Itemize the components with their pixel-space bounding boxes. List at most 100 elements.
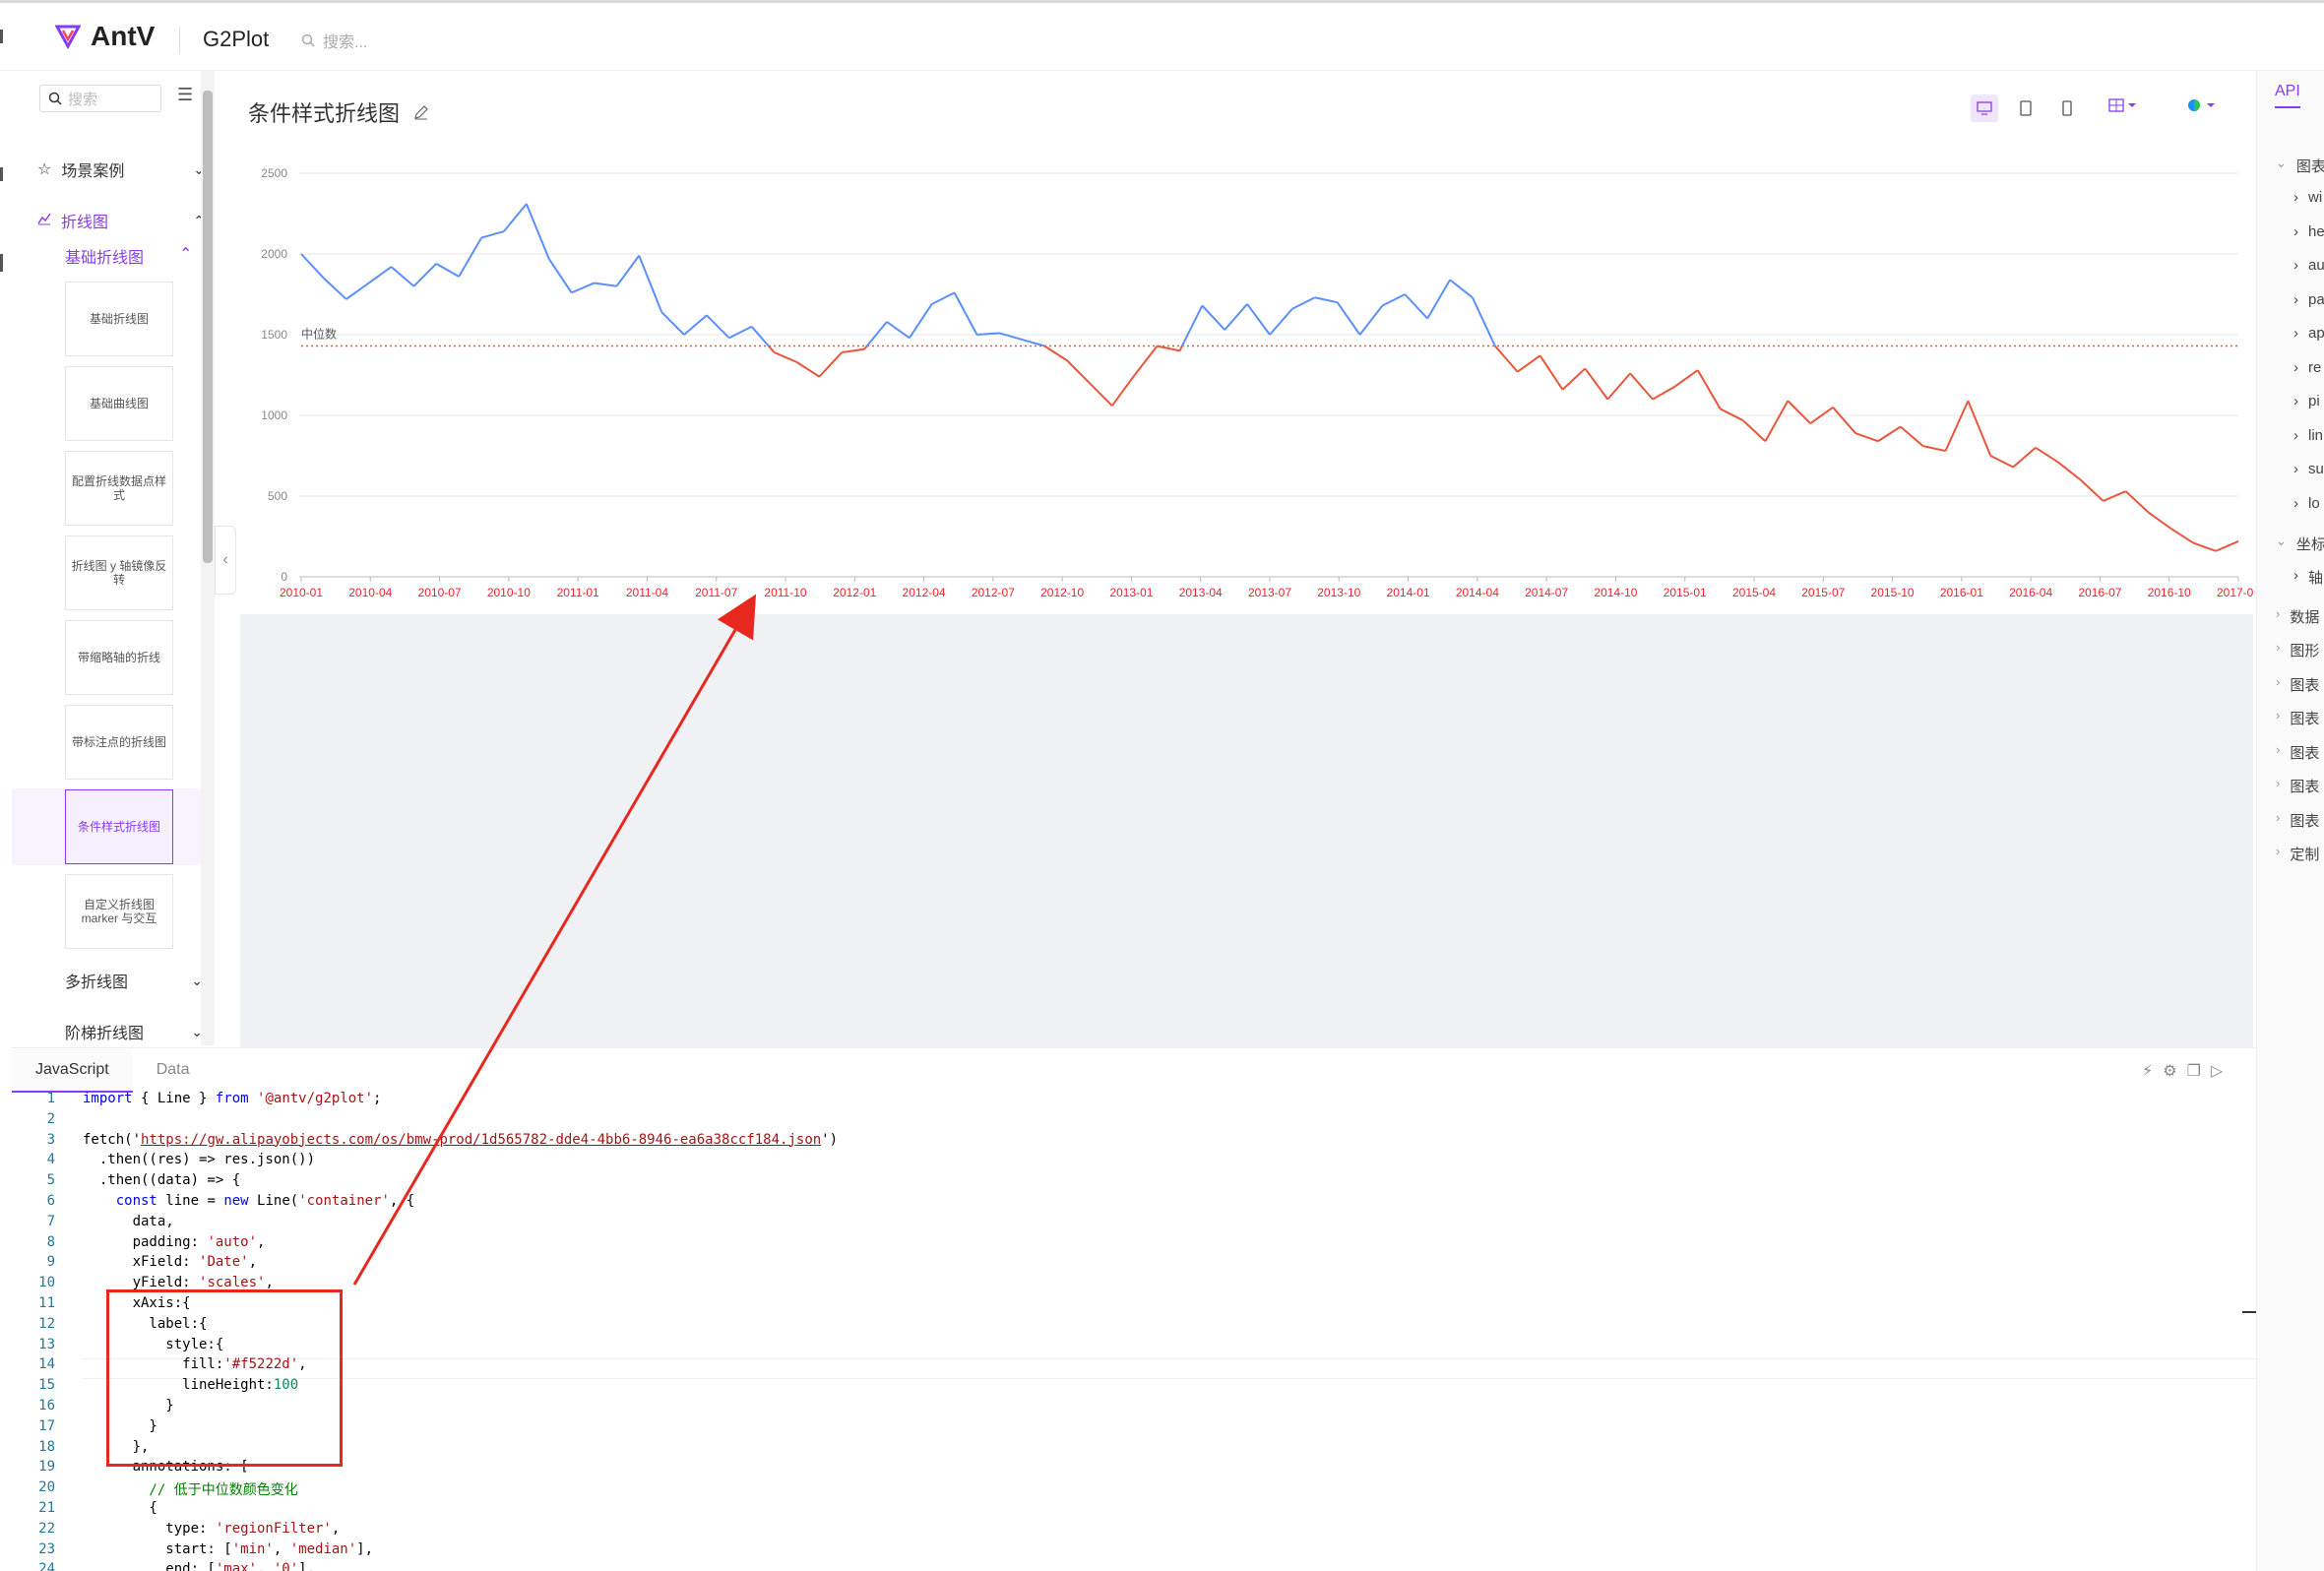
api-section-label: au xyxy=(2308,257,2324,274)
series-segment xyxy=(795,361,820,378)
api-section-item[interactable]: › 图表 xyxy=(2276,776,2319,796)
series-segment xyxy=(1877,425,1902,443)
series-segment xyxy=(1181,305,1204,346)
page-title: 条件样式折线图 xyxy=(248,96,429,128)
api-section-item[interactable]: › wi xyxy=(2293,189,2322,206)
example-label: 折线图 y 轴镜像反转 xyxy=(71,558,167,587)
example-thumb[interactable]: 自定义折线图 marker 与交互 xyxy=(65,874,173,949)
api-section-item[interactable]: › 图表 xyxy=(2276,674,2319,695)
y-tick-label: 2500 xyxy=(261,166,287,180)
series-segment xyxy=(1606,372,1631,401)
median-label: 中位数 xyxy=(301,326,337,341)
line-chart[interactable]: 0 500 1000 1500 2000 2500 2010-01 2010-04 2010-0… xyxy=(240,148,2260,610)
menu-item-scenes[interactable]: ☆ 场景案例 ⌄ xyxy=(37,152,205,187)
series-segment xyxy=(1178,346,1183,351)
series-segment xyxy=(1584,367,1609,401)
api-section-item[interactable]: › 图表 xyxy=(2276,742,2319,763)
x-tick-label: 2011-04 xyxy=(626,586,668,599)
api-section-item[interactable]: › lo xyxy=(2293,495,2320,512)
example-thumb-active[interactable]: 条件样式折线图 xyxy=(65,789,173,864)
series-segment xyxy=(1539,354,1564,391)
series-segment xyxy=(345,282,370,300)
api-section-item[interactable]: ⌄ 坐标 xyxy=(2276,534,2324,554)
edit-icon[interactable] xyxy=(413,104,429,120)
series-segment xyxy=(2215,540,2239,552)
sidebar-scrollbar-thumb[interactable] xyxy=(203,91,213,563)
api-section-item[interactable]: › he xyxy=(2293,223,2324,240)
sort-icon[interactable]: ☰ xyxy=(177,85,193,105)
api-section-label: su xyxy=(2308,461,2324,477)
example-label: 条件样式折线图 xyxy=(77,819,160,834)
theme-icon[interactable] xyxy=(2187,98,2217,117)
api-section-item[interactable]: › 数据 xyxy=(2276,606,2319,627)
antv-logo[interactable]: AntV xyxy=(55,21,155,52)
chevron-right-icon: › xyxy=(2293,291,2298,308)
settings-icon[interactable]: ⚙ xyxy=(2163,1061,2176,1081)
api-section-label: ap xyxy=(2308,325,2324,342)
sidebar-search-input[interactable]: 搜索 xyxy=(39,85,161,112)
tab-javascript[interactable]: JavaScript xyxy=(12,1049,133,1093)
layout-icon[interactable] xyxy=(2108,98,2138,117)
series-segment xyxy=(818,351,843,378)
x-tick-label: 2015-01 xyxy=(1664,586,1707,599)
series-segment xyxy=(660,311,685,336)
tab-api[interactable]: API xyxy=(2275,83,2300,108)
code-line: .then((data) => { xyxy=(83,1172,241,1189)
code-line: .then((res) => res.json()) xyxy=(83,1152,316,1168)
x-tick-label: 2010-10 xyxy=(487,586,531,599)
desktop-icon[interactable] xyxy=(1971,94,1998,122)
code-line: } xyxy=(83,1397,174,1414)
line-number: 3 xyxy=(46,1131,55,1148)
api-section-label: wi xyxy=(2308,189,2323,206)
example-thumb[interactable]: 带缩略轴的折线 xyxy=(65,620,173,695)
series-segment xyxy=(1989,455,2014,469)
lightning-icon[interactable]: ⚡ xyxy=(2142,1061,2153,1081)
line-number: 6 xyxy=(46,1192,55,1209)
tablet-icon[interactable] xyxy=(2012,94,2040,122)
code-content[interactable]: import { Line } from '@antv/g2plot'; fetc… xyxy=(83,1091,2229,1571)
example-label: 基础曲线图 xyxy=(89,396,149,410)
series-segment xyxy=(300,253,325,280)
chevron-up-icon[interactable]: ⌃ xyxy=(179,244,192,264)
chevron-right-icon: › xyxy=(2293,495,2298,512)
example-thumb[interactable]: 基础折线图 xyxy=(65,282,173,356)
series-segment xyxy=(866,321,888,347)
device-toolbar xyxy=(1971,94,2081,122)
api-section-item[interactable]: › pi xyxy=(2293,393,2320,409)
api-section-item[interactable]: › ap xyxy=(2293,325,2324,342)
product-name[interactable]: G2Plot xyxy=(203,27,269,52)
api-section-item[interactable]: › 轴 xyxy=(2293,567,2323,588)
example-thumb[interactable]: 带标注点的折线图 xyxy=(65,705,173,780)
menu-item-line[interactable]: 折线图 ⌃ xyxy=(37,203,205,238)
example-thumb[interactable]: 基础曲线图 xyxy=(65,366,173,441)
play-icon[interactable]: ▷ xyxy=(2211,1061,2223,1081)
api-section-item[interactable]: › 图表 xyxy=(2276,810,2319,831)
api-section-item[interactable]: › 定制 xyxy=(2276,844,2319,864)
menu-item-step-line[interactable]: 阶梯折线图 ⌄ xyxy=(65,1014,203,1049)
x-tick-label: 2011-07 xyxy=(695,586,737,599)
api-section-item[interactable]: › pa xyxy=(2293,291,2324,308)
global-search[interactable]: 搜索... xyxy=(301,29,367,52)
menu-item-multi-line[interactable]: 多折线图 ⌄ xyxy=(65,963,203,998)
api-section-item[interactable]: › au xyxy=(2293,257,2324,274)
example-thumb[interactable]: 折线图 y 轴镜像反转 xyxy=(65,535,173,610)
chevron-right-icon: › xyxy=(2276,810,2281,825)
example-thumb[interactable]: 配置折线数据点样式 xyxy=(65,451,173,526)
api-section-item[interactable]: ⌄ 图表 xyxy=(2276,156,2324,176)
collapse-sidebar-button[interactable]: ‹ xyxy=(215,526,236,595)
page-title-text: 条件样式折线图 xyxy=(248,101,401,126)
api-section-item[interactable]: › 图形 xyxy=(2276,640,2319,660)
copy-icon[interactable]: ❐ xyxy=(2187,1061,2201,1081)
line-number: 16 xyxy=(38,1397,55,1414)
line-numbers: 1 2 3 4 5 6 7 8 9 10 11 12 13 14 15 16 17 18 19 20 21 22 23 24 xyxy=(12,1091,61,1571)
api-section-item[interactable]: › re xyxy=(2293,359,2321,376)
x-tick-label: 2014-01 xyxy=(1387,586,1430,599)
tab-data[interactable]: Data xyxy=(133,1049,214,1093)
mobile-icon[interactable] xyxy=(2053,94,2081,122)
api-section-item[interactable]: › lin xyxy=(2293,427,2323,444)
api-section-item[interactable]: › 图表 xyxy=(2276,708,2319,728)
submenu-basic-line[interactable]: 基础折线图 xyxy=(65,244,144,268)
series-segment xyxy=(1043,345,1068,362)
editor-scrollbar[interactable] xyxy=(2242,1311,2256,1313)
api-section-item[interactable]: › su xyxy=(2293,461,2324,477)
